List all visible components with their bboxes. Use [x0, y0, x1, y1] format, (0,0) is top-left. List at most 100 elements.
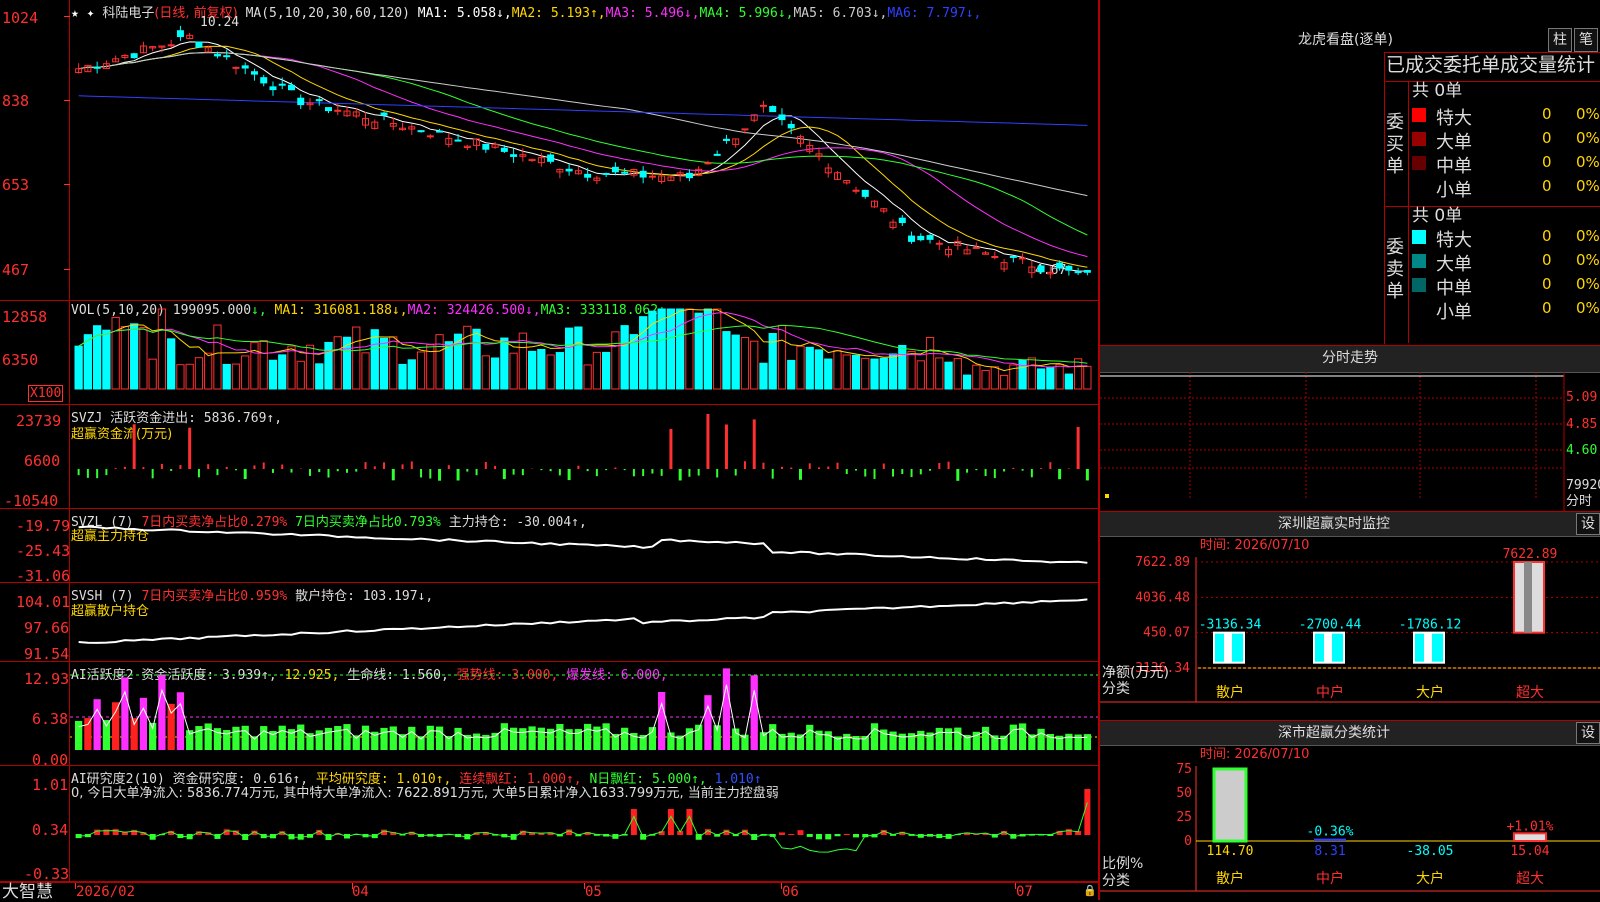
volume-bar: [879, 357, 888, 390]
order-stats-tab[interactable]: 已成交委托单成交量统计: [1386, 56, 1595, 75]
ai-research-pane[interactable]: 1.01 0.34 -0.33 AI研究度2(10) 资金研究度: 0.616↑…: [0, 766, 1098, 883]
svzj-pane[interactable]: 23739 6600 -10540 SVZJ 活跃资金进出: 5836.769↑…: [0, 405, 1098, 510]
volume-bar: [130, 323, 139, 390]
volume-bar: [139, 327, 148, 390]
volume-bar: [490, 357, 500, 390]
monitor-panel[interactable]: 深圳超赢实时监控 设 时间: 2026/07/10 7622.89 4036.48…: [1100, 511, 1600, 720]
volume-bar: [777, 324, 787, 390]
activity-bar: [824, 731, 832, 750]
order-row-count: 0: [1542, 299, 1552, 317]
intraday-tick: 4.85: [1566, 417, 1598, 432]
pen-view-button[interactable]: 笔: [1574, 28, 1598, 52]
activity-bar: [102, 720, 111, 750]
activity-bar: [204, 723, 212, 750]
lock-icon[interactable]: 🔒: [1083, 885, 1097, 896]
candlestick-chart[interactable]: [0, 0, 1098, 300]
activity-bar: [537, 727, 545, 750]
activity-bar: [1074, 734, 1082, 750]
candle-body: [611, 166, 619, 173]
activity-bar: [602, 723, 610, 750]
monitor-bar-label: -2700.44: [1299, 618, 1362, 633]
ai-activity-chart[interactable]: [0, 662, 1098, 765]
volume-bar: [898, 344, 907, 390]
svzl-pane[interactable]: -19.79 -25.43 -31.06 SVZL (7) 7日内买卖净占比0.…: [0, 509, 1098, 585]
candle-body: [1019, 257, 1027, 260]
order-row-count: 0: [1542, 251, 1552, 269]
sell-side-label: 委卖单: [1386, 237, 1404, 302]
candle-body: [315, 99, 323, 102]
intraday-panel[interactable]: 分时走势 5.09 4.85 4.60 79920 分时: [1100, 345, 1600, 511]
ai-active-pane[interactable]: 12.93 6.38 0.00 AI活跃度2 资金活跃度: 3.939↑, 12…: [0, 662, 1098, 769]
classify-panel[interactable]: 深市超赢分类统计 设 时间: 2026/07/10 75 50 25 0 114.70 散…: [1100, 720, 1600, 901]
classify-bar: [1212, 767, 1248, 843]
research-bar: [1084, 789, 1091, 835]
activity-bar: [121, 677, 129, 750]
activity-bar: [445, 736, 453, 750]
volume-bar: [102, 329, 111, 390]
bar-view-button[interactable]: 柱: [1548, 28, 1572, 52]
x-axis: 大智慧 2026/02 04 05 06 07 🔒: [0, 882, 1098, 901]
volume-chart[interactable]: [0, 301, 1098, 404]
activity-bar: [158, 675, 166, 750]
activity-bar: [472, 733, 481, 750]
classify-bar-chart[interactable]: 75 50 25 0 114.70 散户 -0.36% 8.31 中户 -38.05 大户 +1.01…: [1100, 721, 1600, 901]
sell-total: 共 0单: [1412, 206, 1463, 226]
retail-holding-line: [78, 598, 1088, 644]
volume-bar: [796, 345, 805, 390]
volume-bar: [185, 363, 194, 390]
intraday-tick: 5.09: [1566, 390, 1598, 405]
activity-bar: [389, 726, 397, 750]
activity-bar: [112, 702, 120, 750]
fund-flow-chart[interactable]: [0, 405, 1098, 508]
intraday-chart[interactable]: [1100, 346, 1600, 511]
volume-bar: [296, 360, 305, 390]
monitor-category: 大户: [1416, 684, 1444, 701]
activity-bar: [75, 720, 83, 750]
color-swatch: [1412, 254, 1426, 268]
volume-bar: [731, 334, 740, 390]
volume-bar: [213, 324, 222, 390]
volume-bar: [916, 360, 925, 390]
order-row-label: 特大: [1436, 230, 1472, 251]
order-row-pct: 0%: [1576, 105, 1600, 123]
volume-bar: [305, 344, 315, 390]
candle-body: [778, 114, 786, 121]
monitor-bar-shine: [1524, 562, 1532, 633]
activity-bar: [324, 727, 333, 750]
volume-bar: [398, 363, 407, 390]
candle-body: [417, 130, 425, 133]
activity-bar: [1000, 735, 1008, 750]
candle-body: [223, 55, 231, 58]
candle-body: [167, 44, 175, 47]
volume-bar: [722, 331, 731, 390]
volume-bar: [833, 350, 842, 390]
classify-y-tick: 75: [1176, 762, 1192, 777]
candle-body: [241, 65, 249, 69]
monitor-bar-chart[interactable]: 7622.894036.48450.07-3136.34-3136.34散户-2…: [1100, 512, 1600, 720]
price-pane[interactable]: 1024 838 653 467 ★ ✦ 科陆电子(日线, 前复权) MA(5,…: [0, 0, 1098, 301]
activity-bar: [398, 734, 407, 750]
activity-bar: [1018, 723, 1027, 750]
classify-y-tick: 25: [1176, 810, 1192, 825]
volume-bar: [472, 328, 481, 390]
main-holding-chart[interactable]: [0, 509, 1098, 582]
candle-body: [648, 175, 656, 178]
retail-holding-chart[interactable]: [0, 583, 1098, 661]
volume-pane[interactable]: 12858 6350 X100 VOL(5,10,20) 199095.000↓…: [0, 301, 1098, 405]
classify-category: 超大: [1516, 871, 1544, 887]
order-row-pct: 0%: [1576, 177, 1600, 195]
candle-body: [250, 71, 258, 75]
order-row-pct: 0%: [1576, 153, 1600, 171]
research-bar: [778, 832, 785, 835]
ma-line-120: [78, 95, 1088, 126]
volume-bar: [416, 351, 426, 390]
dragon-title: 龙虎看盘(逐单): [1298, 32, 1393, 48]
ma-line: [78, 52, 1088, 197]
monitor-bar-label: -1786.12: [1399, 618, 1462, 633]
dragon-panel: 龙虎看盘(逐单) 柱 笔 已成交委托单成交量统计 委买单 共 0单 特大 0 0% 大…: [1100, 0, 1600, 345]
candle-body: [334, 109, 342, 112]
volume-bar: [268, 359, 278, 390]
volume-bar: [361, 352, 370, 390]
svsh-pane[interactable]: 104.01 97.66 91.54 SVSH (7) 7日内买卖净占比0.95…: [0, 583, 1098, 663]
ai-research-chart[interactable]: [0, 766, 1098, 881]
